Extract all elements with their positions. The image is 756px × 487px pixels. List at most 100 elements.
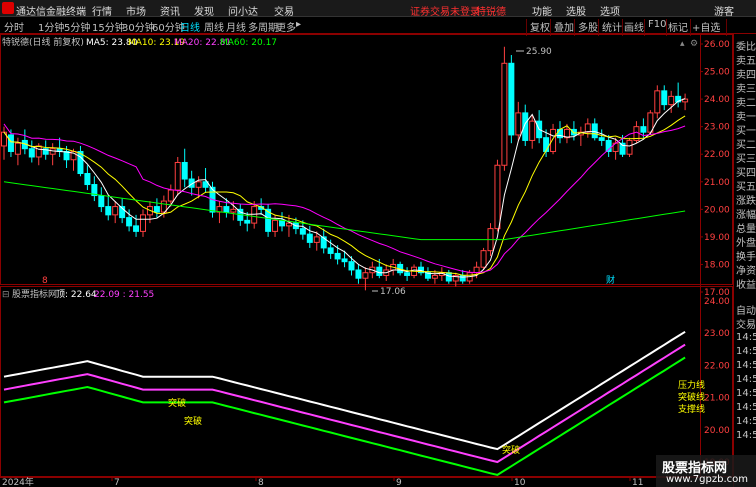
date-label: 11: [632, 478, 643, 487]
low-label: 17.06: [380, 287, 406, 297]
support-line: [3, 356, 686, 476]
candle-up: [515, 112, 522, 136]
candle-down: [598, 137, 605, 141]
candle-down: [341, 258, 348, 263]
rp-sell3: 卖三: [736, 84, 756, 95]
rp-tick-6: 14:5: [736, 402, 756, 413]
candle-up: [626, 139, 633, 155]
candle-down: [348, 261, 355, 271]
indicator-collapse-icon[interactable]: ⊟: [2, 290, 10, 300]
break-label-2: 突破: [184, 415, 202, 427]
rp-weibi: 委比: [736, 42, 756, 53]
rp-jingzi: 净资: [736, 266, 756, 277]
price-tick-label: 20.00: [704, 205, 730, 215]
rp-tick-1: 14:5: [736, 332, 756, 343]
candle-up: [550, 128, 557, 152]
candle-up: [140, 214, 146, 232]
candle-down: [327, 247, 334, 254]
indicator-tick-label: 21.00: [704, 394, 730, 404]
rp-tick-4: 14:5: [736, 374, 756, 385]
candle-down: [181, 161, 188, 180]
candle-up: [35, 145, 42, 158]
candle-down: [105, 206, 112, 216]
candle-up: [272, 219, 279, 232]
indicator-tick-label: 20.00: [704, 426, 730, 436]
candle-up: [529, 120, 536, 141]
rp-tick-2: 14:5: [736, 346, 756, 357]
candle-down: [557, 128, 563, 139]
candle-up: [195, 181, 202, 188]
indicator-tick-label: 24.00: [704, 297, 730, 307]
rp-tick-5: 14:5: [736, 388, 756, 399]
indicator-axis-labels: 24.0023.0022.0021.0020.0019.00: [704, 297, 730, 468]
candle-down: [570, 128, 577, 136]
rp-zongliang: 总量: [736, 224, 756, 235]
candle-up: [473, 266, 480, 274]
candle-down: [404, 272, 411, 276]
break-label-3: 突破: [502, 444, 520, 456]
candles-group: [1, 46, 689, 291]
break-label-1: 突破: [168, 397, 186, 409]
rp-buy3: 买三: [736, 154, 756, 165]
indicator-name: 股票指标网: [12, 288, 57, 300]
date-label: 9: [396, 478, 402, 487]
rp-waipan: 外盘: [736, 238, 756, 249]
rp-auto[interactable]: 自动: [736, 302, 756, 317]
pressure-line-label: 压力线: [678, 379, 705, 391]
candle-down: [7, 134, 14, 152]
price-tick-label: 24.00: [704, 95, 730, 105]
price-pane-frame: [0, 34, 733, 285]
candle-up: [313, 236, 320, 243]
rp-buy2: 买二: [736, 140, 756, 151]
candle-up: [230, 208, 237, 213]
candle-up: [584, 123, 591, 133]
marker-b: 财: [606, 274, 615, 286]
ma5-line: [3, 98, 686, 278]
candle-down: [661, 90, 668, 106]
candle-down: [445, 272, 452, 282]
rp-tick-7: 14:5: [736, 416, 756, 427]
rp-buy5: 买五: [736, 182, 756, 193]
candle-down: [126, 217, 133, 227]
marker-a: 8: [42, 276, 48, 286]
rp-buy4: 买四: [736, 168, 756, 179]
indicator-lines-group: [3, 330, 686, 476]
candle-up: [501, 62, 508, 166]
candle-down: [306, 233, 313, 243]
settings-icon[interactable]: ⚙: [690, 39, 698, 49]
rp-zhangfu: 涨幅: [736, 210, 756, 221]
date-label: 2024年: [2, 476, 34, 487]
price-axis-labels: 26.00 25.00 24.00 23.00 22.00 21.00 20.00 19.00…: [700, 40, 730, 298]
indicator-values: 22.09 : 21.55: [94, 290, 154, 300]
candle-up: [494, 164, 501, 230]
candle-down: [543, 137, 550, 152]
rp-trade[interactable]: 交易: [736, 316, 756, 331]
price-tick-label: 19.00: [704, 233, 730, 243]
candle-up: [668, 95, 675, 106]
candle-down: [84, 173, 91, 186]
rp-sell4: 卖四: [736, 70, 756, 81]
watermark-url: www.7gpzb.com: [666, 474, 748, 485]
rp-huanshou: 换手: [736, 252, 756, 263]
pressure-line: [3, 330, 686, 451]
candle-up: [174, 161, 181, 191]
kline-chart[interactable]: 26.00 25.00 24.00 23.00 22.00 21.00 20.00 19.00…: [0, 0, 733, 487]
rp-sell5: 卖五: [736, 56, 756, 67]
candle-up: [431, 274, 438, 279]
candle-down: [28, 148, 35, 158]
support-line-label: 支撑线: [678, 403, 705, 415]
date-label: 7: [114, 478, 120, 487]
rp-sell2: 卖二: [736, 98, 756, 109]
candle-down: [133, 225, 140, 232]
ma-lines-group: [3, 98, 686, 278]
rp-sell1: 卖一: [736, 112, 756, 123]
collapse-icon[interactable]: ▴: [680, 39, 685, 49]
candle-up: [14, 142, 21, 155]
candle-down: [334, 252, 341, 260]
stock-name-label: 特锐德(日线 前复权): [2, 36, 84, 48]
candle-down: [223, 206, 230, 213]
candle-up: [480, 250, 487, 268]
candle-down: [355, 269, 362, 279]
rp-tick-3: 14:5: [736, 360, 756, 371]
price-tick-label: 26.00: [704, 40, 730, 50]
